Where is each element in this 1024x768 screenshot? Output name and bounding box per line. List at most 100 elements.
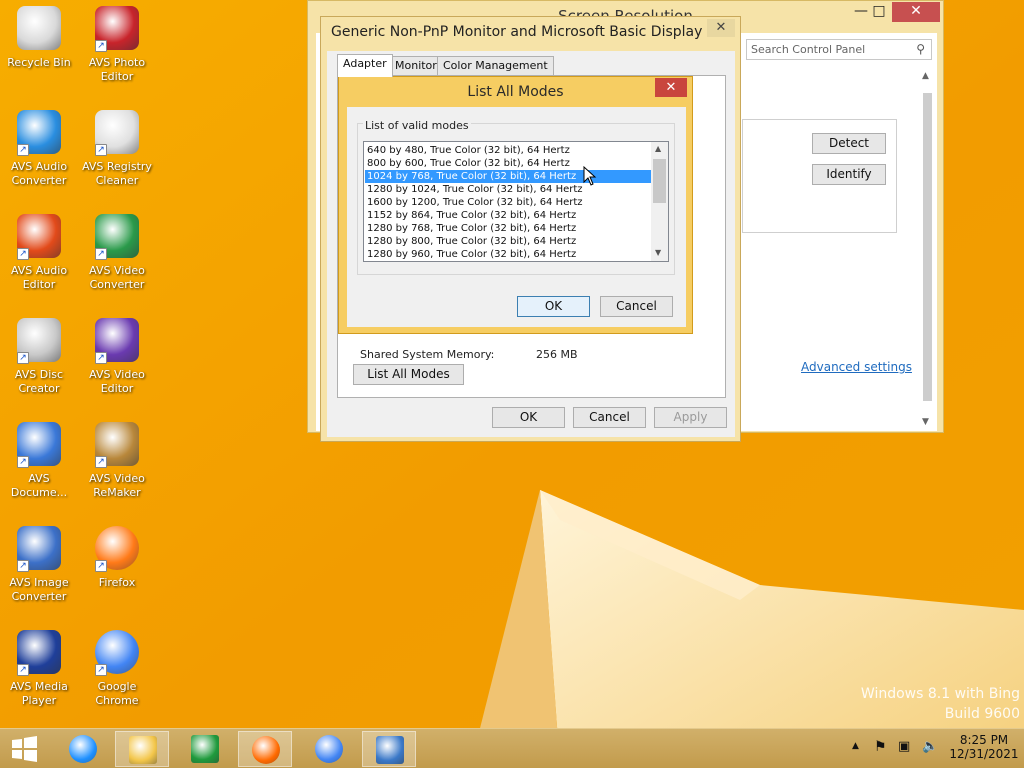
close-button[interactable]: ✕ [655,78,687,97]
scroll-up-arrow-icon[interactable]: ▲ [655,144,661,153]
desktop-icon-label: AVS Image Converter [9,576,69,603]
action-center-flag-icon[interactable]: ⚑ [874,739,887,755]
taskbar-button[interactable] [238,731,292,767]
desktop-icon[interactable]: ↗ AVS Audio Converter [0,110,78,188]
shared-memory-label: Shared System Memory: [360,348,495,361]
taskbar-button[interactable] [56,731,110,767]
desktop-icon-label: AVS Docume... [10,472,68,499]
list-item[interactable]: 1280 by 768, True Color (32 bit), 64 Her… [365,222,651,235]
taskbar: ▲ ⚑ ▣ 🔈 8:25 PM 12/31/2021 [0,728,1024,768]
scroll-down-arrow-icon[interactable]: ▼ [922,417,929,427]
desktop-icon[interactable]: ↗ Google Chrome [78,630,156,708]
desktop-icon[interactable]: ↗ AVS Photo Editor [78,6,156,84]
cancel-button[interactable]: Cancel [600,296,673,317]
avs-video-remaker-icon: ↗ [95,422,139,468]
shortcut-arrow-icon: ↗ [17,664,29,676]
list-item[interactable]: 1280 by 1024, True Color (32 bit), 64 He… [365,183,651,196]
list-item[interactable]: 1152 by 864, True Color (32 bit), 64 Her… [365,209,651,222]
ok-button[interactable]: OK [492,407,565,428]
google-chrome-icon [315,735,343,763]
volume-icon[interactable]: 🔈 [922,739,938,754]
mouse-cursor-icon [583,166,597,186]
close-button[interactable]: ✕ [707,19,735,37]
store-icon [191,735,219,763]
dialog-client-area: List of valid modes ▲ ▼ 640 by 480, True… [347,107,686,327]
advanced-settings-link[interactable]: Advanced settings [801,360,912,374]
apply-button[interactable]: Apply [654,407,727,428]
scroll-down-arrow-icon[interactable]: ▼ [655,248,661,257]
scroll-thumb[interactable] [923,93,932,401]
shortcut-arrow-icon: ↗ [95,40,107,52]
tab-color-management[interactable]: Color Management [437,56,554,76]
network-icon[interactable]: ▣ [898,739,910,754]
avs-photo-editor-icon: ↗ [95,6,139,52]
desktop-icon-label: Recycle Bin [7,56,71,69]
desktop-icon[interactable]: ↗ AVS Image Converter [0,526,78,604]
scroll-up-arrow-icon[interactable]: ▲ [922,71,929,81]
desktop-icon-label: AVS Audio Converter [10,160,68,187]
internet-explorer-icon [69,735,97,763]
shortcut-arrow-icon: ↗ [17,248,29,260]
avs-media-player-icon: ↗ [17,630,61,676]
firefox-icon [252,736,280,764]
taskbar-button[interactable] [302,731,356,767]
dialog-title: Generic Non-PnP Monitor and Microsoft Ba… [331,24,721,40]
clock-date: 12/31/2021 [949,747,1019,761]
desktop-icon[interactable]: ↗ AVS Docume... [0,422,78,500]
start-button[interactable] [0,731,48,767]
clock[interactable]: 8:25 PM 12/31/2021 [948,729,1020,768]
windows-watermark: Windows 8.1 with Bing Build 9600 [845,684,1020,724]
shortcut-arrow-icon: ↗ [17,352,29,364]
taskbar-button[interactable] [178,731,232,767]
scroll-thumb[interactable] [653,159,666,203]
close-button[interactable]: ✕ [892,2,940,22]
list-item[interactable]: 1280 by 800, True Color (32 bit), 64 Her… [365,235,651,248]
listbox-scrollbar[interactable]: ▲ ▼ [651,142,668,261]
desktop-icon[interactable]: ↗ AVS Registry Cleaner [78,110,156,188]
show-hidden-icons-icon[interactable]: ▲ [852,741,859,751]
list-item[interactable]: 640 by 480, True Color (32 bit), 64 Hert… [365,144,651,157]
taskbar-button[interactable] [115,731,169,767]
shortcut-arrow-icon: ↗ [17,144,29,156]
desktop-icon-label: Google Chrome [95,680,139,707]
valid-modes-label: List of valid modes [363,119,471,132]
desktop-icon-label: AVS Media Player [10,680,68,707]
desktop-icon[interactable]: ↗ AVS Video ReMaker [78,422,156,500]
identify-button[interactable]: Identify [812,164,886,185]
list-item[interactable]: 1280 by 960, True Color (32 bit), 64 Her… [365,248,651,261]
desktop-icon[interactable]: ↗ AVS Media Player [0,630,78,708]
taskbar-button[interactable] [362,731,416,767]
search-input[interactable]: Search Control Panel ⚲ [746,39,932,60]
maximize-button[interactable]: □ [864,2,894,22]
desktop-icon[interactable]: ↗ AVS Video Converter [78,214,156,292]
avs-image-converter-icon: ↗ [17,526,61,572]
shortcut-arrow-icon: ↗ [17,456,29,468]
cancel-button[interactable]: Cancel [573,407,646,428]
ok-button[interactable]: OK [517,296,590,317]
window-scrollbar[interactable]: ▲ ▼ [919,69,936,431]
shortcut-arrow-icon: ↗ [95,456,107,468]
tab-monitor[interactable]: Monitor [389,56,443,76]
shortcut-arrow-icon: ↗ [95,352,107,364]
avs-video-editor-icon: ↗ [95,318,139,364]
watermark-edition: Windows 8.1 with Bing [860,686,1020,702]
desktop-icon[interactable]: ↗ AVS Disc Creator [0,318,78,396]
avs-registry-cleaner-icon: ↗ [95,110,139,156]
desktop-icon[interactable]: ↗ AVS Video Editor [78,318,156,396]
list-all-modes-button[interactable]: List All Modes [353,364,464,385]
windows-start-icon [12,736,37,762]
tab-adapter[interactable]: Adapter [337,54,393,77]
desktop-icon[interactable]: Recycle Bin [0,6,78,70]
desktop-icon-label: AVS Video ReMaker [89,472,145,499]
desktop-icon[interactable]: ↗ AVS Audio Editor [0,214,78,292]
desktop-icon[interactable]: ↗ Firefox [78,526,156,590]
list-item[interactable]: 1600 by 1200, True Color (32 bit), 64 He… [365,196,651,209]
list-item[interactable]: 800 by 600, True Color (32 bit), 64 Hert… [365,157,651,170]
detect-button[interactable]: Detect [812,133,886,154]
modes-listbox[interactable]: ▲ ▼ 640 by 480, True Color (32 bit), 64 … [363,141,669,262]
shortcut-arrow-icon: ↗ [95,560,107,572]
desktop-icon-label: AVS Audio Editor [10,264,68,291]
list-item-selected[interactable]: 1024 by 768, True Color (32 bit), 64 Her… [365,170,651,183]
search-icon[interactable]: ⚲ [916,40,925,59]
desktop-icon-label: AVS Photo Editor [88,56,146,83]
